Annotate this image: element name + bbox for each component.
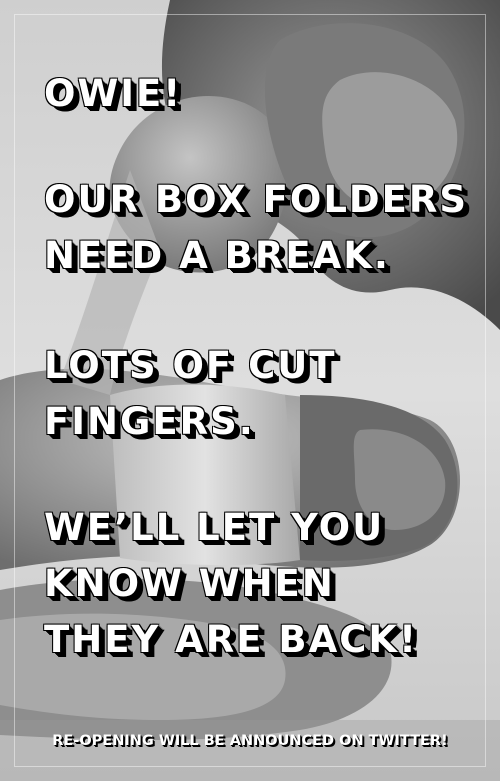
headline-box-folders-row-1: OUR BOX FOLDERS [44,178,469,221]
headline-cut-fingers-row-1: LOTS OF CUT [44,344,337,387]
headline-let-you-know-row-2: KNOW WHEN [44,562,335,605]
headline-owie: OWIE! [44,66,484,122]
headline-cut-fingers: LOTS OF CUT FINGERS. [44,338,484,450]
footer-twitter-notice: RE-OPENING WILL BE ANNOUNCED ON TWITTER! [52,733,448,749]
headline-cut-fingers-row-2: FINGERS. [44,400,255,443]
headline-box-folders: OUR BOX FOLDERS NEED A BREAK. [44,172,484,284]
headline-box-folders-row-2: NEED A BREAK. [44,234,390,277]
headline-let-you-know-row-3: THEY ARE BACK! [44,618,418,661]
headline-owie-text: OWIE! [44,72,183,115]
poster: OWIE! OUR BOX FOLDERS NEED A BREAK. LOTS… [0,0,500,781]
headline-let-you-know: WE’LL LET YOU KNOW WHEN THEY ARE BACK! [44,500,484,668]
headline-let-you-know-row-1: WE’LL LET YOU [44,506,385,549]
